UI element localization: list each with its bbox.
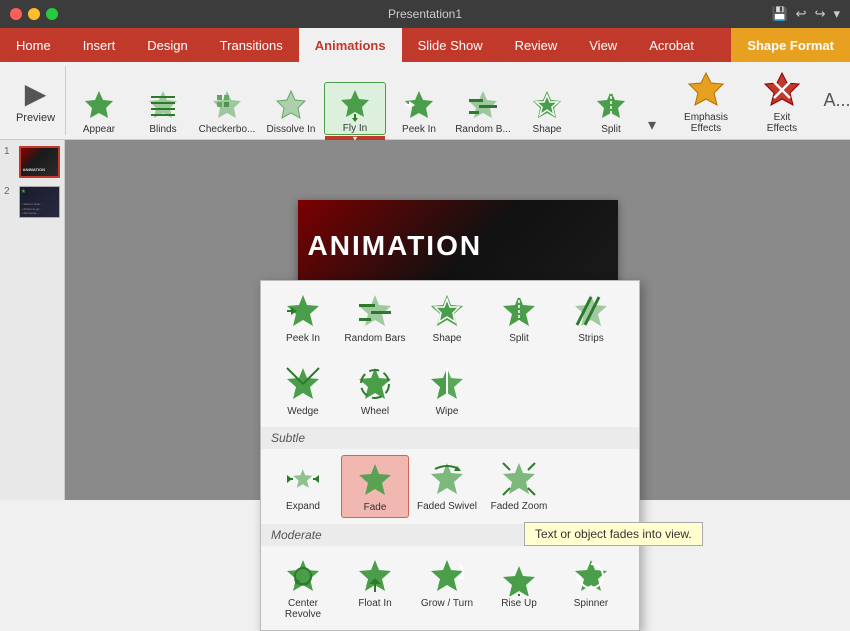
app-title: Presentation1 xyxy=(388,7,462,21)
anim-checkerboard[interactable]: Checkerbo... xyxy=(196,84,258,135)
dropdown-section-moderate: Moderate xyxy=(261,524,639,546)
slide-panel: 1 ANIMATION 2 ★ • Fast or slow... • Pref… xyxy=(0,140,65,500)
preview-section[interactable]: ▶ Preview xyxy=(6,66,66,135)
exit-effects-btn[interactable]: ExitEffects xyxy=(746,64,818,138)
ribbon-tabs: Home Insert Design Transitions Animation… xyxy=(0,28,850,62)
exit-label: ExitEffects xyxy=(767,112,797,134)
dd-faded-swivel[interactable]: Faded Swivel xyxy=(413,455,481,518)
anim-dissolve[interactable]: Dissolve In xyxy=(260,84,322,135)
undo-icon[interactable]: ↩ xyxy=(796,6,807,22)
anim-peekin[interactable]: Peek In xyxy=(388,84,450,135)
dd-spinner[interactable]: Spinner xyxy=(557,552,625,624)
minimize-button[interactable] xyxy=(28,8,40,20)
tab-review[interactable]: Review xyxy=(499,28,574,62)
main-area: 1 ANIMATION 2 ★ • Fast or slow... • Pref… xyxy=(0,140,850,500)
dd-rise-up[interactable]: Rise Up xyxy=(485,552,553,624)
dd-fade[interactable]: Fade xyxy=(341,455,409,518)
slide-2-thumb[interactable]: ★ • Fast or slow... • Prefer to go... • … xyxy=(19,186,60,218)
dd-wedge[interactable]: Wedge xyxy=(269,360,337,421)
tab-design[interactable]: Design xyxy=(131,28,203,62)
preview-icon: ▶ xyxy=(25,77,47,110)
gallery-scroll-btn[interactable]: ▾ xyxy=(644,115,660,135)
traffic-lights xyxy=(10,8,58,20)
dd-wheel[interactable]: Wheel xyxy=(341,360,409,421)
slide-animation-text: ANIMATION xyxy=(308,230,483,262)
anim-split[interactable]: Split xyxy=(580,84,642,135)
more-effects-btn[interactable]: A... xyxy=(822,86,850,115)
redo-icon[interactable]: ↪ xyxy=(815,6,826,22)
dd-expand[interactable]: Expand xyxy=(269,455,337,518)
tab-transitions[interactable]: Transitions xyxy=(204,28,299,62)
exit-icon xyxy=(760,68,804,112)
emphasis-effects-btn[interactable]: EmphasisEffects xyxy=(670,64,742,138)
tab-acrobat[interactable]: Acrobat xyxy=(633,28,710,62)
anim-blinds[interactable]: Blinds xyxy=(132,84,194,135)
effects-section: EmphasisEffects ExitEffects A... xyxy=(662,66,850,135)
dropdown-section-subtle: Subtle xyxy=(261,427,639,449)
animation-dropdown: Peek In Random Bars xyxy=(260,280,640,631)
dd-randombars[interactable]: Random Bars xyxy=(341,287,409,348)
tab-shape-format[interactable]: Shape Format xyxy=(731,28,850,62)
dd-faded-zoom[interactable]: Faded Zoom xyxy=(485,455,553,518)
save-icon[interactable]: 💾 xyxy=(771,6,787,22)
toolbar-icons: 💾 ↩ ↪ ▾ xyxy=(771,6,840,22)
ribbon-toolbar: ▶ Preview Appear Blinds xyxy=(0,62,850,140)
slide-thumb-2[interactable]: 2 ★ • Fast or slow... • Prefer to go... … xyxy=(4,186,60,218)
animation-gallery: Appear Blinds Checkerbo... xyxy=(68,66,660,135)
dd-grow-turn[interactable]: Grow / Turn xyxy=(413,552,481,624)
anim-shape[interactable]: Shape xyxy=(516,84,578,135)
dropdown-grid-moderate: Center Revolve Float In xyxy=(261,546,639,630)
dd-shape[interactable]: Shape xyxy=(413,287,481,348)
tab-insert[interactable]: Insert xyxy=(67,28,132,62)
dropdown-grid-entrance-cont: Peek In Random Bars xyxy=(261,281,639,354)
more-icon[interactable]: ▾ xyxy=(833,6,840,22)
tab-slideshow[interactable]: Slide Show xyxy=(402,28,499,62)
anim-randombars[interactable]: Random B... xyxy=(452,84,514,135)
emphasis-label: EmphasisEffects xyxy=(684,112,728,134)
dd-center-revolve[interactable]: Center Revolve xyxy=(269,552,337,624)
slide-thumb-1[interactable]: 1 ANIMATION xyxy=(4,146,60,178)
tab-animations[interactable]: Animations xyxy=(299,28,402,62)
dd-split[interactable]: Split xyxy=(485,287,553,348)
dd-peekin[interactable]: Peek In xyxy=(269,287,337,348)
dropdown-scroll[interactable]: Peek In Random Bars xyxy=(261,281,639,630)
dropdown-grid-subtle: Expand Fade Faded Sw xyxy=(261,449,639,524)
title-bar: 💾 ↩ ↪ ▾ Presentation1 xyxy=(0,0,850,28)
more-icon: A... xyxy=(824,90,850,111)
dd-wipe[interactable]: Wipe xyxy=(413,360,481,421)
tab-home[interactable]: Home xyxy=(0,28,67,62)
dd-strips[interactable]: Strips xyxy=(557,287,625,348)
anim-flyin[interactable]: Fly In ▾ xyxy=(324,82,386,135)
dropdown-grid-entrance-cont2: Wedge Wheel xyxy=(261,354,639,427)
dd-float-in[interactable]: Float In xyxy=(341,552,409,624)
maximize-button[interactable] xyxy=(46,8,58,20)
anim-appear[interactable]: Appear xyxy=(68,84,130,135)
slide-view: ANIMATION • Fast or slow makes a big dif… xyxy=(65,140,850,500)
emphasis-icon xyxy=(684,68,728,112)
slide-1-thumb[interactable]: ANIMATION xyxy=(19,146,60,178)
star-badge: ★ xyxy=(21,188,26,195)
tab-view[interactable]: View xyxy=(573,28,633,62)
preview-label: Preview xyxy=(16,112,55,124)
close-button[interactable] xyxy=(10,8,22,20)
